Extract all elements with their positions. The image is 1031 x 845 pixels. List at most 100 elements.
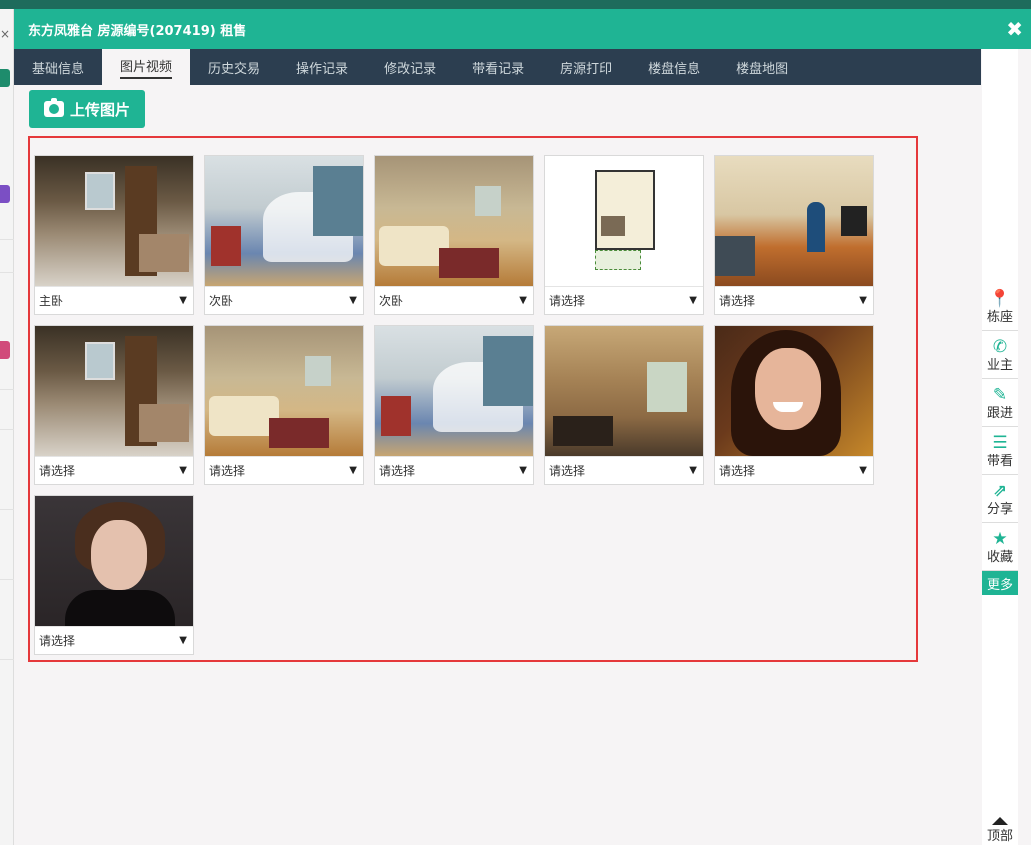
photo-card: 请选择 ▼	[374, 325, 534, 485]
thumbnail-detail	[595, 250, 641, 270]
tab-label: 历史交易	[208, 61, 261, 77]
photo-thumbnail[interactable]	[545, 326, 703, 456]
background-close-icon: ×	[0, 27, 11, 41]
photo-thumbnail[interactable]	[35, 326, 193, 456]
back-to-top-button[interactable]: 顶部	[982, 815, 1018, 845]
upload-image-button[interactable]: 上传图片	[29, 90, 145, 128]
background-page: ×	[0, 9, 14, 845]
photo-category-select[interactable]: 请选择 ▼	[545, 456, 703, 484]
follow-doc-icon: ✎	[992, 385, 1008, 405]
background-chip	[0, 69, 10, 87]
side-item-3[interactable]: ☰ 带看	[982, 427, 1018, 475]
side-item-label: 跟进	[986, 406, 1013, 421]
photo-thumbnail[interactable]	[205, 326, 363, 456]
thumbnail-detail	[601, 216, 625, 236]
photo-category-value: 请选择	[549, 294, 586, 308]
property-dialog: 东方凤雅台 房源编号(207419) 租售 ✖ 基础信息 图片视频 历史交易 操作记录…	[14, 9, 1031, 845]
background-divider	[0, 389, 14, 390]
background-divider	[0, 272, 14, 273]
upload-image-label: 上传图片	[69, 100, 130, 119]
thumbnail-detail	[313, 166, 363, 236]
photo-category-select[interactable]: 请选择 ▼	[545, 286, 703, 314]
tab-label: 操作记录	[296, 61, 349, 77]
side-item-5[interactable]: ★ 收藏	[982, 523, 1018, 571]
side-item-4[interactable]: ⇗ 分享	[982, 475, 1018, 523]
photo-card: 次卧 ▼	[374, 155, 534, 315]
side-item-label: 收藏	[986, 550, 1013, 565]
photo-category-value: 请选择	[719, 464, 756, 478]
photo-thumbnail[interactable]	[375, 156, 533, 286]
dropdown-arrow-icon: ▼	[179, 465, 187, 476]
more-button[interactable]: 更多	[982, 571, 1018, 595]
photo-category-value: 主卧	[39, 294, 64, 308]
photo-category-select[interactable]: 请选择 ▼	[205, 456, 363, 484]
share-icon: ⇗	[992, 481, 1008, 501]
photo-thumbnail[interactable]	[715, 326, 873, 456]
photo-card: 主卧 ▼	[34, 155, 194, 315]
photo-thumbnail[interactable]	[35, 496, 193, 626]
tab-0[interactable]: 基础信息	[14, 49, 102, 85]
photo-category-value: 请选择	[379, 464, 416, 478]
side-item-label: 业主	[986, 358, 1013, 373]
dropdown-arrow-icon: ▼	[349, 295, 357, 306]
photo-gallery: 主卧 ▼ 次卧 ▼ 次卧 ▼ 请选择 ▼ 请选择 ▼ 请选择 ▼ 请选择 ▼ 请选择 ▼ 请选择 ▼ 请选择 ▼ 请选择…	[28, 136, 918, 662]
tab-label: 房源打印	[560, 61, 613, 77]
thumbnail-detail	[841, 206, 867, 236]
photo-thumbnail[interactable]	[545, 156, 703, 286]
background-header	[0, 0, 1031, 9]
dropdown-arrow-icon: ▼	[179, 295, 187, 306]
photo-thumbnail[interactable]	[375, 326, 533, 456]
side-toolbar: 📍 栋座 ✆ 业主 ✎ 跟进 ☰ 带看 ⇗ 分享 ★ 收藏 更多	[982, 283, 1018, 595]
photo-thumbnail[interactable]	[205, 156, 363, 286]
photo-grid: 主卧 ▼ 次卧 ▼ 次卧 ▼ 请选择 ▼ 请选择 ▼ 请选择 ▼ 请选择 ▼ 请选择 ▼ 请选择 ▼ 请选择 ▼ 请选择…	[34, 155, 874, 655]
tab-7[interactable]: 楼盘信息	[630, 49, 718, 85]
thumbnail-detail	[85, 342, 115, 380]
thumbnail-detail	[755, 348, 821, 430]
dropdown-arrow-icon: ▼	[519, 465, 527, 476]
tab-2[interactable]: 历史交易	[190, 49, 278, 85]
tab-4[interactable]: 修改记录	[366, 49, 454, 85]
side-item-label: 带看	[986, 454, 1013, 469]
photo-card: 请选择 ▼	[714, 325, 874, 485]
side-item-1[interactable]: ✆ 业主	[982, 331, 1018, 379]
background-divider	[0, 659, 14, 660]
tab-label: 基础信息	[32, 61, 85, 77]
camera-icon	[43, 98, 64, 117]
thumbnail-detail	[807, 202, 825, 252]
tab-1[interactable]: 图片视频	[102, 49, 191, 85]
photo-category-select[interactable]: 请选择 ▼	[715, 456, 873, 484]
tab-6[interactable]: 房源打印	[542, 49, 630, 85]
photo-category-select[interactable]: 请选择 ▼	[35, 626, 193, 654]
background-divider	[0, 509, 14, 510]
photo-thumbnail[interactable]	[715, 156, 873, 286]
view-doc-icon: ☰	[992, 433, 1008, 453]
photo-category-select[interactable]: 请选择 ▼	[375, 456, 533, 484]
dialog-title: 东方凤雅台 房源编号(207419) 租售	[28, 23, 247, 39]
photo-category-select[interactable]: 请选择 ▼	[35, 456, 193, 484]
photo-card: 请选择 ▼	[34, 325, 194, 485]
close-icon[interactable]: ✖	[1006, 19, 1023, 39]
photo-category-select[interactable]: 请选择 ▼	[715, 286, 873, 314]
photo-card: 请选择 ▼	[544, 325, 704, 485]
tab-label: 修改记录	[384, 61, 437, 77]
thumbnail-detail	[269, 418, 329, 448]
thumbnail-detail	[381, 396, 411, 436]
side-item-0[interactable]: 📍 栋座	[982, 283, 1018, 331]
background-divider	[0, 239, 14, 240]
thumbnail-detail	[595, 170, 655, 250]
dropdown-arrow-icon: ▼	[519, 295, 527, 306]
photo-thumbnail[interactable]	[35, 156, 193, 286]
photo-category-select[interactable]: 次卧 ▼	[375, 286, 533, 314]
tab-5[interactable]: 带看记录	[454, 49, 542, 85]
thumbnail-detail	[139, 404, 189, 442]
side-item-2[interactable]: ✎ 跟进	[982, 379, 1018, 427]
dropdown-arrow-icon: ▼	[689, 465, 697, 476]
tab-8[interactable]: 楼盘地图	[718, 49, 806, 85]
thumbnail-detail	[211, 226, 241, 266]
photo-category-value: 次卧	[209, 294, 234, 308]
tab-label: 图片视频	[120, 56, 173, 79]
photo-category-select[interactable]: 主卧 ▼	[35, 286, 193, 314]
tab-3[interactable]: 操作记录	[278, 49, 366, 85]
photo-category-select[interactable]: 次卧 ▼	[205, 286, 363, 314]
thumbnail-detail	[647, 362, 687, 412]
